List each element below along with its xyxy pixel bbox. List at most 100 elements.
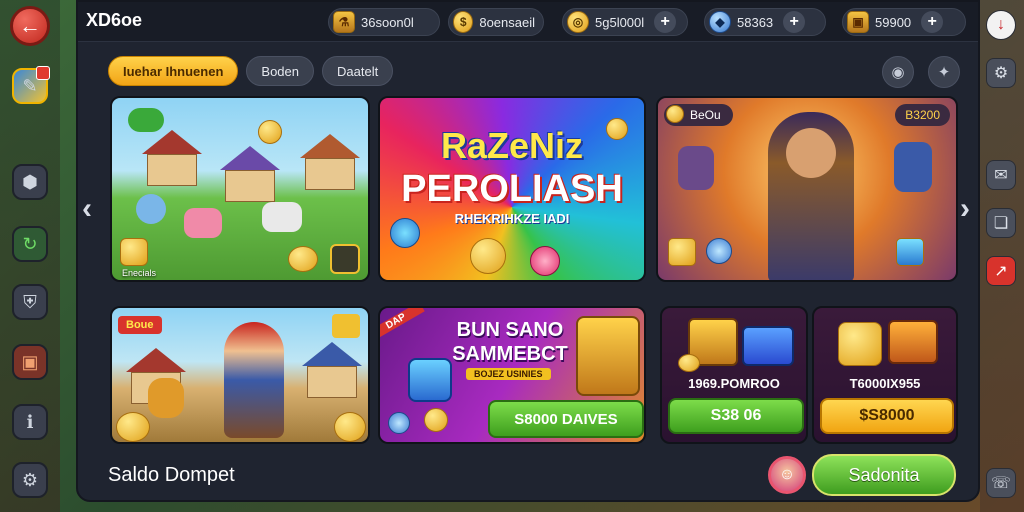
game-card-puzzle[interactable]: RaZeNiz PEROLIASH RHEKRIHKZE IADI bbox=[378, 96, 646, 282]
bonus-tag: BOJEZ USINIES bbox=[466, 368, 551, 380]
house-icon bbox=[300, 134, 360, 190]
puzzle-subtitle: RHEKRIHKZE IADI bbox=[454, 211, 570, 226]
bookmark-icon[interactable]: ❏ bbox=[986, 208, 1016, 238]
puzzle-title-line1: RaZeNiz bbox=[440, 125, 584, 166]
add-gems-button[interactable]: + bbox=[783, 11, 806, 33]
next-arrow-icon[interactable]: › bbox=[960, 192, 970, 226]
house-icon bbox=[142, 130, 202, 186]
left-rail: ← ✎ ⬢ ↻ ⛨ ▣ ℹ ⚙ bbox=[0, 0, 60, 512]
coin-icon: ◎ bbox=[567, 11, 589, 33]
coin-icon bbox=[424, 408, 448, 432]
hero-face bbox=[786, 128, 836, 178]
back-button[interactable]: ← bbox=[10, 6, 50, 46]
chat-icon[interactable]: ✉ bbox=[986, 160, 1016, 190]
currency-coins: ◎ 5g5l000l + bbox=[562, 8, 688, 36]
game-card-warrior[interactable]: Boue bbox=[110, 306, 370, 444]
currency-gold: $ 8oensaeil bbox=[448, 8, 544, 36]
ribbon-label: DAP bbox=[380, 308, 425, 342]
coin-icon bbox=[666, 105, 684, 123]
wallet-balance-title: Saldo Dompet bbox=[108, 464, 235, 486]
house-icon bbox=[220, 146, 280, 202]
currency-value: 36soon0l bbox=[361, 14, 414, 30]
tab-featured[interactable]: Iuehar Ihnuenen bbox=[108, 56, 239, 86]
warrior-character bbox=[224, 322, 284, 438]
headset-icon[interactable]: ◉ bbox=[882, 56, 914, 88]
refresh-icon[interactable]: ↻ bbox=[12, 226, 48, 262]
bonus-title-line2: SAMMEBCT bbox=[452, 343, 568, 365]
chart-icon[interactable]: ↗ bbox=[986, 256, 1016, 286]
warrior-badge: Boue bbox=[118, 316, 162, 334]
controller-icon[interactable]: ✦ bbox=[928, 56, 960, 88]
puzzle-title-line2: PEROLIASH bbox=[401, 168, 623, 210]
potion-icon: ⚗ bbox=[333, 11, 355, 33]
app-logo: XD6oe bbox=[86, 10, 142, 31]
ally-character bbox=[678, 146, 714, 190]
confirm-button[interactable]: Sadonita bbox=[812, 454, 956, 496]
prev-arrow-icon[interactable]: ‹ bbox=[82, 192, 92, 226]
currency-gems: ◆ 58363 + bbox=[704, 8, 826, 36]
info-icon[interactable]: ℹ bbox=[12, 404, 48, 440]
gift-box-icon bbox=[408, 358, 452, 402]
add-chests-button[interactable]: + bbox=[921, 11, 944, 33]
map-pin-icon[interactable]: ⬢ bbox=[12, 164, 48, 200]
gear-icon[interactable]: ⚙ bbox=[12, 462, 48, 498]
currency-potion: ⚗ 36soon0l bbox=[328, 8, 440, 36]
buy-pack-2-button[interactable]: $S8000 bbox=[820, 398, 954, 434]
main-panel: XD6oe ⚗ 36soon0l $ 8oensaeil ◎ 5g5l000l … bbox=[76, 0, 980, 502]
gold-pile-icon bbox=[334, 412, 366, 442]
chest-icon[interactable]: ▣ bbox=[12, 344, 48, 380]
notebook-icon[interactable]: ✎ bbox=[12, 66, 50, 104]
gold-pile-icon bbox=[116, 412, 150, 442]
logo-text: XD6oe bbox=[86, 10, 143, 30]
top-bar: XD6oe ⚗ 36soon0l $ 8oensaeil ◎ 5g5l000l … bbox=[78, 2, 978, 42]
pack-title: T6000IX955 bbox=[849, 376, 921, 391]
map-icon bbox=[332, 314, 360, 338]
pack-title: 1969.POMROO bbox=[688, 376, 780, 391]
creature-icon bbox=[136, 194, 166, 224]
tree-icon bbox=[128, 108, 164, 132]
box-icon bbox=[668, 238, 696, 266]
bonus-title-line1: BUN SANO bbox=[456, 319, 564, 341]
game-card-farm[interactable]: Enecials bbox=[110, 96, 370, 282]
gem-icon: ◆ bbox=[709, 11, 731, 33]
coin-icon bbox=[258, 120, 282, 144]
gift-box-icon bbox=[888, 320, 938, 364]
treasure-chest-icon bbox=[576, 316, 640, 396]
badge-text: BeOu bbox=[690, 108, 721, 122]
currency-value: 8oensaeil bbox=[479, 14, 535, 30]
bonus-claim-button[interactable]: S8000 DAIVES bbox=[488, 400, 644, 438]
ally-character bbox=[894, 142, 932, 192]
chest-icon bbox=[120, 238, 148, 266]
download-icon[interactable]: ↓ bbox=[986, 10, 1016, 40]
vehicle-icon bbox=[742, 326, 794, 366]
right-rail: ↓ ⚙ ✉ ❏ ↗ ☏ bbox=[980, 0, 1024, 512]
support-icon[interactable]: ☏ bbox=[986, 468, 1016, 498]
shield-icon[interactable]: ⛨ bbox=[12, 284, 48, 320]
gem-icon bbox=[706, 238, 732, 264]
house-icon bbox=[302, 342, 362, 398]
add-coins-button[interactable]: + bbox=[654, 11, 677, 33]
shop-pack-1[interactable]: 1969.POMROO S38 06 bbox=[660, 306, 808, 444]
gold-coin-icon: $ bbox=[453, 11, 474, 33]
buy-pack-1-button[interactable]: S38 06 bbox=[668, 398, 804, 434]
currency-value: 58363 bbox=[737, 14, 774, 30]
avatar[interactable]: ☺ bbox=[768, 456, 806, 494]
hero-badge-left: BeOu bbox=[664, 104, 733, 126]
tab-daatelt[interactable]: Daatelt bbox=[322, 56, 394, 86]
box-icon bbox=[896, 238, 924, 266]
shop-pack-2[interactable]: T6000IX955 $S8000 bbox=[812, 306, 958, 444]
user-icon: ☺ bbox=[778, 466, 796, 483]
gold-pile-icon bbox=[288, 246, 318, 272]
game-card-bonus[interactable]: DAP BUN SANO SAMMEBCT BOJEZ USINIES S800… bbox=[378, 306, 646, 444]
pet-character bbox=[148, 378, 184, 418]
candy-icon bbox=[530, 246, 560, 276]
vehicle-icon bbox=[262, 202, 302, 232]
tab-bar: Iuehar Ihnuenen Boden Daatelt bbox=[108, 56, 394, 86]
settings-icon[interactable]: ⚙ bbox=[986, 58, 1016, 88]
vehicle-icon bbox=[184, 208, 222, 238]
game-card-hero[interactable]: BeOu B3200 bbox=[656, 96, 958, 282]
currency-value: 5g5l000l bbox=[595, 14, 645, 30]
card-label: Enecials bbox=[122, 268, 157, 278]
gem-icon bbox=[388, 412, 410, 434]
tab-boden[interactable]: Boden bbox=[246, 56, 314, 86]
